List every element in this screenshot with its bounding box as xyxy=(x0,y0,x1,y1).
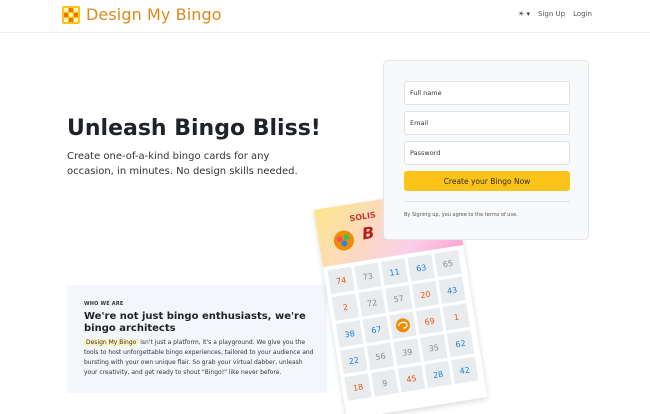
bingo-cell-number: 57 xyxy=(392,293,405,304)
bingo-cell-number: 9 xyxy=(381,378,388,388)
bingo-cell-number: 56 xyxy=(374,350,387,362)
password-field[interactable] xyxy=(404,141,570,165)
banner-letter: B xyxy=(360,222,376,244)
bingo-cell-number: 20 xyxy=(419,289,432,300)
bingo-cell-number: 72 xyxy=(366,297,378,309)
bingo-cell: 9 xyxy=(370,369,399,397)
brain-icon xyxy=(395,318,410,333)
theme-toggle[interactable]: ☀ ▾ xyxy=(518,10,530,18)
bingo-cell: 38 xyxy=(335,320,364,348)
bingo-grid-logo-icon xyxy=(62,5,80,24)
bingo-cell: 20 xyxy=(411,280,440,309)
section-heading: We're not just bingo enthusiasts, we're … xyxy=(84,311,306,334)
top-nav: ☀ ▾ Sign Up Login xyxy=(518,10,592,18)
bingo-cell: 22 xyxy=(340,346,368,375)
bingo-cell-number: 39 xyxy=(401,346,413,358)
bingo-cell: 73 xyxy=(354,262,382,290)
brand-link[interactable]: Design My Bingo xyxy=(62,5,222,24)
bingo-cell-number: 65 xyxy=(442,258,454,269)
bingo-cell: 35 xyxy=(420,334,448,362)
bingo-cell-number: 69 xyxy=(423,315,436,327)
bingo-cell-number: 42 xyxy=(458,364,471,376)
bingo-cell-number: 28 xyxy=(432,369,444,380)
bingo-ball-emblem-icon xyxy=(333,230,354,251)
bingo-cell: 39 xyxy=(393,338,421,366)
bingo-cell: 72 xyxy=(358,289,386,317)
terms-note: By Signing up, you agree to the terms of… xyxy=(404,212,518,218)
bingo-number-grid: 74 73 11 63 65 2 72 57 20 43 38 67 69 1 22 56 39 35 62 18 9 4… xyxy=(327,249,480,401)
bingo-cell-number: 18 xyxy=(352,381,364,393)
bingo-cell-number: 2 xyxy=(342,302,349,312)
email-field[interactable] xyxy=(404,111,570,135)
brand-name: Design My Bingo xyxy=(86,5,222,24)
bingo-cell-number: 22 xyxy=(348,355,360,366)
banner-text: SOLIS xyxy=(348,210,377,224)
bingo-cell-number: 74 xyxy=(335,275,347,286)
bingo-cell: 56 xyxy=(366,342,395,370)
bingo-cell-number: 73 xyxy=(362,270,374,282)
bingo-cell: 45 xyxy=(397,364,426,393)
bingo-cell: 2 xyxy=(331,293,360,321)
bingo-cell: 74 xyxy=(327,266,355,295)
bingo-cell-number: 67 xyxy=(370,324,383,335)
site-header: Design My Bingo ☀ ▾ Sign Up Login xyxy=(0,0,650,32)
bingo-cell-number: 35 xyxy=(428,342,440,354)
signup-card: Create your Bingo Now By Signing up, you… xyxy=(383,60,589,240)
bingo-cell: 67 xyxy=(362,315,391,344)
bingo-cell: 18 xyxy=(344,373,372,401)
hero-subtitle: Create one-of-a-kind bingo cards for any… xyxy=(67,151,298,177)
bingo-cell: 65 xyxy=(434,249,462,278)
bingo-cell: 69 xyxy=(415,307,444,335)
bingo-cell-number: 38 xyxy=(343,328,356,340)
section-body: Design My Bingo isn't just a platform, i… xyxy=(84,338,316,378)
bingo-cell: 62 xyxy=(446,329,475,358)
bingo-free-cell xyxy=(389,311,417,340)
bingo-cell: 28 xyxy=(424,360,452,389)
form-divider xyxy=(404,201,570,202)
create-bingo-button[interactable]: Create your Bingo Now xyxy=(404,171,570,191)
bingo-cell: 42 xyxy=(450,356,479,384)
bingo-cell-number: 63 xyxy=(415,262,427,274)
hero-title: Unleash Bingo Bliss! xyxy=(67,116,321,141)
full-name-field[interactable] xyxy=(404,81,570,105)
bingo-cell-number: 11 xyxy=(388,266,401,278)
bingo-cell-number: 62 xyxy=(454,338,467,349)
header-divider xyxy=(0,32,650,33)
brand-highlight: Design My Bingo xyxy=(84,339,139,346)
bingo-cell: 11 xyxy=(380,258,409,286)
signup-link[interactable]: Sign Up xyxy=(538,10,565,18)
bingo-cell-number: 1 xyxy=(453,312,460,322)
login-link[interactable]: Login xyxy=(573,10,592,18)
bingo-cell: 63 xyxy=(407,254,435,282)
who-we-are-section: WHO WE ARE We're not just bingo enthusia… xyxy=(67,285,327,393)
bingo-cell: 57 xyxy=(384,284,413,313)
bingo-cell-number: 43 xyxy=(446,284,458,296)
bingo-cell: 1 xyxy=(442,303,471,331)
bingo-cell-number: 45 xyxy=(405,373,418,384)
bingo-cell: 43 xyxy=(438,276,466,304)
section-eyebrow: WHO WE ARE xyxy=(84,301,124,307)
